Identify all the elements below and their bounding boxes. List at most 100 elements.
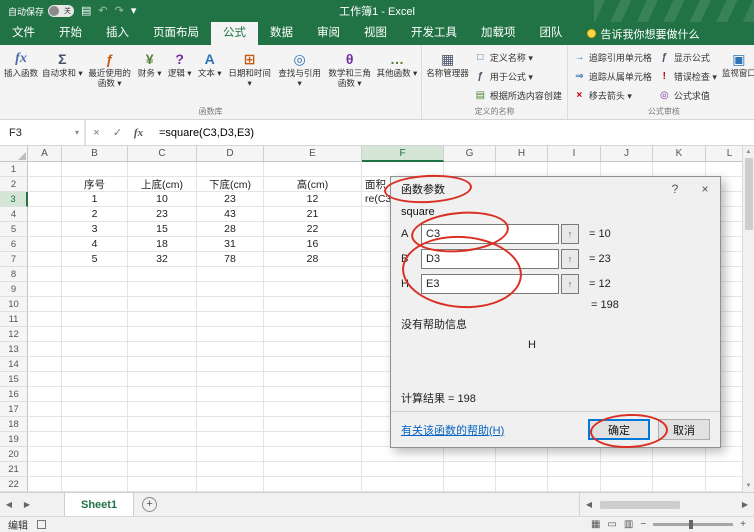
grid-cell[interactable] xyxy=(62,402,128,417)
ribbon-tab[interactable]: 插入 xyxy=(94,22,141,45)
grid-cell[interactable] xyxy=(496,162,548,177)
grid-cell[interactable] xyxy=(62,282,128,297)
grid-cell[interactable] xyxy=(28,222,62,237)
row-header[interactable]: 14 xyxy=(0,357,28,372)
grid-cell[interactable] xyxy=(28,267,62,282)
row-header[interactable]: 5 xyxy=(0,222,28,237)
grid-cell[interactable] xyxy=(264,387,362,402)
grid-cell[interactable] xyxy=(28,402,62,417)
column-header[interactable]: F xyxy=(362,146,444,162)
grid-cell[interactable] xyxy=(197,342,264,357)
grid-cell[interactable] xyxy=(62,342,128,357)
row-header[interactable]: 4 xyxy=(0,207,28,222)
grid-cell[interactable] xyxy=(264,312,362,327)
grid-cell[interactable] xyxy=(264,447,362,462)
column-header[interactable]: G xyxy=(444,146,496,162)
grid-cell[interactable] xyxy=(264,477,362,492)
param-input[interactable]: E3 xyxy=(421,273,559,294)
grid-cell[interactable] xyxy=(197,162,264,177)
row-header[interactable]: 22 xyxy=(0,477,28,492)
row-header[interactable]: 10 xyxy=(0,297,28,312)
zoom-in-icon[interactable]: + xyxy=(740,519,746,530)
grid-cell[interactable] xyxy=(28,162,62,177)
grid-cell[interactable] xyxy=(601,477,653,492)
cancel-button[interactable]: 取消 xyxy=(658,419,710,440)
grid-cell[interactable] xyxy=(28,312,62,327)
grid-cell[interactable] xyxy=(362,162,444,177)
ribbon-tab[interactable]: 公式 xyxy=(211,22,258,45)
grid-cell[interactable]: 序号 xyxy=(62,177,128,192)
grid-cell[interactable] xyxy=(128,357,197,372)
param-input[interactable]: C3 xyxy=(421,223,559,244)
grid-cell[interactable] xyxy=(128,297,197,312)
grid-cell[interactable] xyxy=(28,342,62,357)
ribbon-tab[interactable]: 审阅 xyxy=(305,22,352,45)
collapse-dialog-icon[interactable]: ↑ xyxy=(561,248,579,269)
name-box-dropdown-icon[interactable]: ▾ xyxy=(75,128,79,137)
view-normal-icon[interactable]: ▦ xyxy=(591,519,600,530)
redo-icon[interactable]: ↷ xyxy=(115,0,124,22)
row-header[interactable]: 15 xyxy=(0,372,28,387)
grid-cell[interactable] xyxy=(62,417,128,432)
vertical-scroll-thumb[interactable] xyxy=(744,158,753,230)
grid-cell[interactable] xyxy=(548,477,601,492)
grid-cell[interactable] xyxy=(264,372,362,387)
grid-cell[interactable] xyxy=(197,297,264,312)
grid-cell[interactable]: 5 xyxy=(62,252,128,267)
grid-cell[interactable] xyxy=(128,312,197,327)
grid-cell[interactable]: 23 xyxy=(197,192,264,207)
grid-cell[interactable] xyxy=(197,327,264,342)
grid-cell[interactable] xyxy=(62,477,128,492)
grid-cell[interactable] xyxy=(496,477,548,492)
grid-cell[interactable] xyxy=(601,447,653,462)
ribbon-button[interactable]: ⊞ 日期和时间 ▾ xyxy=(225,46,275,89)
dialog-help-icon[interactable]: ? xyxy=(660,177,690,201)
grid-cell[interactable] xyxy=(601,462,653,477)
grid-cell[interactable]: 10 xyxy=(128,192,197,207)
ribbon-button[interactable]: θ 数学和三角函数 ▾ xyxy=(325,46,375,89)
ribbon-tab[interactable]: 文件 xyxy=(0,22,47,45)
row-header[interactable]: 6 xyxy=(0,237,28,252)
grid-cell[interactable] xyxy=(362,477,444,492)
grid-cell[interactable] xyxy=(62,447,128,462)
grid-cell[interactable] xyxy=(62,387,128,402)
column-header[interactable]: C xyxy=(128,146,197,162)
grid-cell[interactable] xyxy=(197,267,264,282)
grid-cell[interactable] xyxy=(264,462,362,477)
grid-cell[interactable] xyxy=(197,417,264,432)
ribbon-tab[interactable]: 团队 xyxy=(528,22,575,45)
ribbon-tab[interactable]: 页面布局 xyxy=(141,22,211,45)
grid-cell[interactable] xyxy=(28,372,62,387)
grid-cell[interactable] xyxy=(548,162,601,177)
grid-cell[interactable] xyxy=(548,462,601,477)
grid-cell[interactable] xyxy=(601,162,653,177)
ribbon-button[interactable]: ▣ 监视窗口 xyxy=(720,46,754,79)
column-header[interactable]: D xyxy=(197,146,264,162)
grid-cell[interactable]: 上底(cm) xyxy=(128,177,197,192)
grid-cell[interactable]: 22 xyxy=(264,222,362,237)
row-header[interactable]: 9 xyxy=(0,282,28,297)
ribbon-button[interactable]: … 其他函数 ▾ xyxy=(375,46,420,79)
ribbon-button[interactable]: Σ 自动求和 ▾ xyxy=(40,46,85,79)
ok-button[interactable]: 确定 xyxy=(588,419,650,440)
ribbon-button[interactable]: ƒ 用于公式 ▾ xyxy=(471,67,565,86)
cancel-entry-icon[interactable]: × xyxy=(86,127,107,139)
grid-cell[interactable] xyxy=(444,477,496,492)
grid-cell[interactable] xyxy=(264,297,362,312)
grid-cell[interactable]: 1 xyxy=(62,192,128,207)
enter-entry-icon[interactable]: ✓ xyxy=(107,126,128,139)
grid-cell[interactable] xyxy=(197,477,264,492)
grid-cell[interactable] xyxy=(197,462,264,477)
grid-cell[interactable] xyxy=(264,402,362,417)
row-header[interactable]: 3 xyxy=(0,192,28,207)
zoom-slider[interactable] xyxy=(653,520,734,529)
ribbon-button[interactable]: ◎ 查找与引用 ▾ xyxy=(275,46,325,89)
ribbon-tab[interactable]: 开发工具 xyxy=(399,22,469,45)
hscroll-track[interactable] xyxy=(596,499,738,510)
grid-cell[interactable] xyxy=(264,417,362,432)
ribbon-button[interactable]: ⇒ 追踪从属单元格 xyxy=(570,67,655,86)
row-header[interactable]: 20 xyxy=(0,447,28,462)
grid-cell[interactable] xyxy=(362,462,444,477)
grid-cell[interactable] xyxy=(62,312,128,327)
grid-cell[interactable] xyxy=(28,462,62,477)
